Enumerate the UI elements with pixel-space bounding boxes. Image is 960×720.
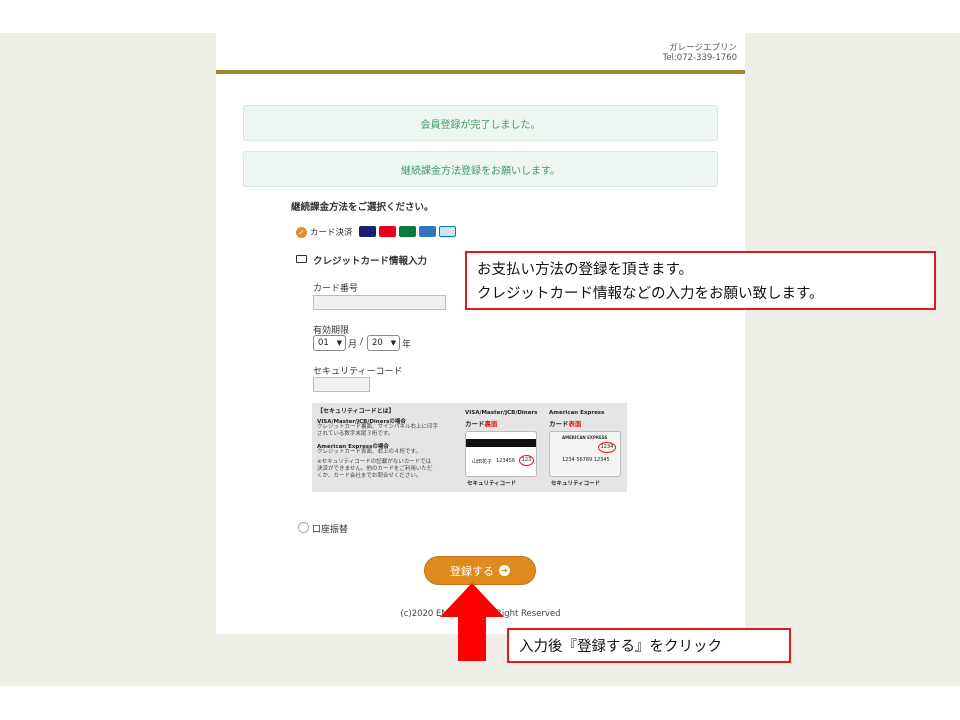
diners-logo-icon bbox=[439, 226, 456, 237]
card-back-title: VISA/Master/JCB/Diners bbox=[465, 410, 538, 416]
card-back-code: 123 bbox=[519, 455, 534, 466]
security-code-label: セキュリティーコード bbox=[313, 367, 403, 377]
bank-transfer-label[interactable]: 口座振替 bbox=[312, 522, 348, 535]
expiry-month-select[interactable]: 01 ▼ bbox=[313, 335, 346, 351]
chevron-down-icon: ▼ bbox=[390, 339, 396, 347]
card-front-image: AMERICAN EXPRESS 1234 1234 56789 12345 bbox=[549, 431, 621, 477]
year-unit: 年 bbox=[402, 340, 412, 350]
visa-logo-icon bbox=[359, 226, 376, 237]
card-front-subtitle: カード表面 bbox=[549, 420, 582, 428]
header-divider bbox=[216, 70, 745, 74]
callout-line: お支払い方法の登録を頂きます。 bbox=[477, 262, 694, 278]
billing-request-message: 継続課金方法登録をお願いします。 bbox=[243, 151, 718, 187]
card-number-label: カード番号 bbox=[313, 284, 359, 294]
section-title: 継続課金方法をご選択ください。 bbox=[291, 202, 434, 213]
card-back-image: 山田花子 123456 123 bbox=[465, 431, 537, 477]
card-payment-label[interactable]: カード決済 bbox=[310, 226, 353, 238]
card-number-input[interactable] bbox=[313, 295, 446, 310]
expiry-year-select[interactable]: 20 ▼ bbox=[367, 335, 400, 351]
card-back-subtitle: カード裏面 bbox=[465, 420, 498, 428]
security-info-heading: 【セキュリティコードとは】 bbox=[317, 408, 395, 415]
card-front-code: 1234 bbox=[598, 442, 616, 453]
bank-transfer-radio[interactable] bbox=[298, 522, 309, 533]
visa-info-text: されている数字末尾３桁です。 bbox=[317, 431, 394, 437]
shop-tel: Tel:072-339-1760 bbox=[662, 53, 737, 63]
jcb-logo-icon bbox=[399, 226, 416, 237]
credit-card-icon bbox=[296, 255, 307, 263]
red-arrow-icon bbox=[440, 583, 504, 661]
register-button-label: 登録する bbox=[450, 564, 494, 578]
credit-card-section-title: クレジットカード情報入力 bbox=[313, 256, 428, 267]
month-unit: 月 bbox=[348, 340, 358, 350]
card-front-title: American Express bbox=[549, 410, 605, 416]
security-note: ※セキュリティコードの記載がないカードでは bbox=[317, 459, 432, 465]
callout-line: クレジットカード情報などの入力をお願い致します。 bbox=[477, 286, 824, 302]
security-code-caption: セキュリティコード bbox=[551, 481, 601, 487]
security-code-caption: セキュリティコード bbox=[467, 481, 517, 487]
mastercard-logo-icon bbox=[379, 226, 396, 237]
register-button[interactable]: 登録する ➜ bbox=[424, 556, 536, 585]
chevron-down-icon: ▼ bbox=[336, 339, 342, 347]
registration-page: ガレージエプリン Tel:072-339-1760 会員登録が完了しました。 継… bbox=[216, 33, 745, 634]
security-note: くか、カード会社までお問合せください。 bbox=[317, 473, 422, 479]
amex-logo-icon bbox=[419, 226, 436, 237]
security-code-info: 【セキュリティコードとは】 VISA/Master/JCB/Dinersの場合 … bbox=[312, 403, 627, 492]
registration-complete-message: 会員登録が完了しました。 bbox=[243, 105, 718, 141]
visa-info-text: クレジットカード裏面、サインパネル右上に印字 bbox=[317, 424, 439, 430]
annotation-callout-click: 入力後『登録する』をクリック bbox=[507, 628, 791, 663]
security-code-input[interactable] bbox=[313, 377, 370, 392]
date-separator: / bbox=[360, 337, 364, 347]
card-payment-radio[interactable]: ✓ bbox=[296, 227, 307, 238]
card-back-number: 123456 bbox=[496, 458, 516, 464]
shop-name: ガレージエプリン bbox=[669, 43, 737, 53]
annotation-callout-payment: お支払い方法の登録を頂きます。 クレジットカード情報などの入力をお願い致します。 bbox=[465, 251, 936, 310]
card-back-name: 山田花子 bbox=[472, 459, 493, 465]
magnetic-stripe bbox=[466, 439, 536, 447]
security-note: 決済ができません。他のカードをご利用いただ bbox=[317, 466, 433, 472]
amex-info-text: クレジットカード表面、右上の４桁です。 bbox=[317, 449, 421, 455]
arrow-right-icon: ➜ bbox=[499, 565, 510, 576]
card-front-number: 1234 56789 12345 bbox=[562, 457, 610, 463]
amex-brand-text: AMERICAN EXPRESS bbox=[562, 435, 608, 440]
